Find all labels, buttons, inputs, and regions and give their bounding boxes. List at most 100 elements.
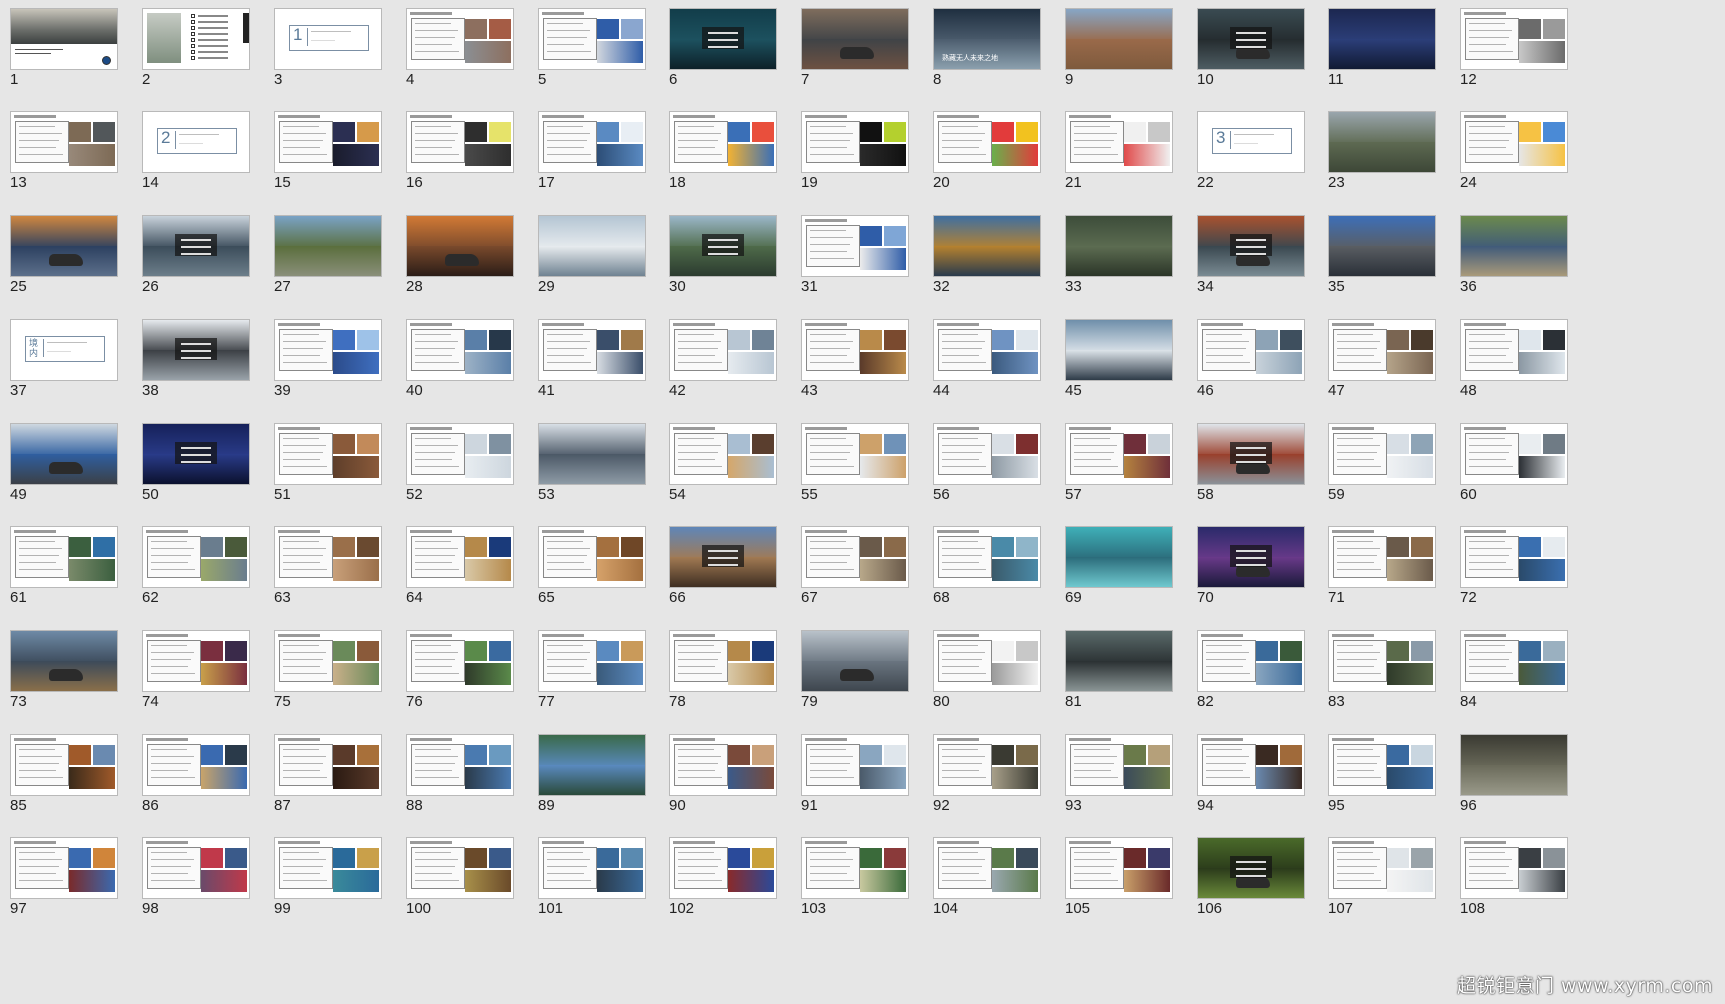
slide-thumbnail-cell[interactable]: 32 (923, 207, 1068, 321)
slide-thumbnail-cell[interactable]: 108 (1450, 829, 1595, 943)
slide-thumbnail-cell[interactable]: 87 (264, 726, 409, 840)
slide-thumbnail-cell[interactable]: 93 (1055, 726, 1200, 840)
slide-thumbnail-cell[interactable]: ———————— —————— 境内 37 (0, 311, 145, 425)
slide-thumbnail-cell[interactable]: 5 (528, 0, 673, 114)
slide-thumbnail[interactable] (142, 215, 250, 277)
slide-thumbnail-cell[interactable]: 86 (132, 726, 277, 840)
slide-thumbnail[interactable] (669, 630, 777, 692)
slide-thumbnail[interactable] (142, 526, 250, 588)
slide-thumbnail-cell[interactable]: 63 (264, 518, 409, 632)
slide-thumbnail-cell[interactable]: 98 (132, 829, 277, 943)
slide-thumbnail[interactable] (10, 215, 118, 277)
slide-thumbnail-cell[interactable]: 36 (1450, 207, 1595, 321)
slide-thumbnail-cell[interactable]: 29 (528, 207, 673, 321)
slide-thumbnail-cell[interactable]: ———————— —————— 2 14 (132, 103, 277, 217)
slide-thumbnail-cell[interactable]: 1 (0, 0, 145, 114)
slide-thumbnail[interactable] (933, 423, 1041, 485)
slide-thumbnail[interactable] (406, 423, 514, 485)
slide-thumbnail-cell[interactable]: 46 (1187, 311, 1332, 425)
slide-thumbnail[interactable] (406, 837, 514, 899)
slide-thumbnail[interactable]: ———————— —————— 2 (142, 111, 250, 173)
slide-thumbnail-cell[interactable]: 94 (1187, 726, 1332, 840)
slide-thumbnail-cell[interactable]: 39 (264, 311, 409, 425)
slide-thumbnail[interactable] (142, 734, 250, 796)
slide-thumbnail[interactable] (1460, 111, 1568, 173)
slide-thumbnail[interactable] (1328, 111, 1436, 173)
slide-thumbnail-cell[interactable]: 4 (396, 0, 541, 114)
slide-thumbnail-cell[interactable]: 66 (659, 518, 804, 632)
slide-thumbnail-cell[interactable]: 18 (659, 103, 804, 217)
slide-thumbnail[interactable] (669, 423, 777, 485)
slide-thumbnail[interactable] (1065, 215, 1173, 277)
slide-thumbnail-cell[interactable]: 38 (132, 311, 277, 425)
slide-thumbnail[interactable] (142, 423, 250, 485)
slide-thumbnail[interactable] (801, 8, 909, 70)
slide-thumbnail-cell[interactable]: 96 (1450, 726, 1595, 840)
slide-thumbnail-cell[interactable]: 9 (1055, 0, 1200, 114)
slide-thumbnail[interactable] (10, 526, 118, 588)
slide-thumbnail-cell[interactable]: 24 (1450, 103, 1595, 217)
slide-thumbnail[interactable] (801, 837, 909, 899)
slide-thumbnail[interactable] (274, 111, 382, 173)
slide-thumbnail[interactable] (538, 319, 646, 381)
slide-thumbnail[interactable] (801, 734, 909, 796)
slide-thumbnail-cell[interactable]: 92 (923, 726, 1068, 840)
slide-thumbnail-cell[interactable]: 52 (396, 415, 541, 529)
slide-thumbnail[interactable] (142, 8, 250, 70)
slide-thumbnail[interactable] (406, 734, 514, 796)
slide-thumbnail[interactable] (1460, 837, 1568, 899)
slide-thumbnail-cell[interactable]: 61 (0, 518, 145, 632)
slide-thumbnail-cell[interactable]: 35 (1318, 207, 1463, 321)
slide-thumbnail[interactable] (1328, 630, 1436, 692)
slide-thumbnail[interactable] (406, 111, 514, 173)
slide-thumbnail-cell[interactable]: 106 (1187, 829, 1332, 943)
slide-thumbnail-cell[interactable]: 74 (132, 622, 277, 736)
slide-thumbnail-cell[interactable]: 54 (659, 415, 804, 529)
slide-thumbnail[interactable] (669, 734, 777, 796)
slide-thumbnail[interactable] (10, 630, 118, 692)
slide-thumbnail[interactable]: ———————— —————— 1 (274, 8, 382, 70)
slide-thumbnail[interactable] (933, 111, 1041, 173)
slide-thumbnail-cell[interactable]: ———————— —————— 3 22 (1187, 103, 1332, 217)
slide-thumbnail-cell[interactable]: 103 (791, 829, 936, 943)
slide-thumbnail-cell[interactable]: 102 (659, 829, 804, 943)
slide-thumbnail-cell[interactable]: 53 (528, 415, 673, 529)
slide-thumbnail[interactable] (1065, 319, 1173, 381)
slide-thumbnail[interactable] (538, 837, 646, 899)
slide-thumbnail[interactable] (1328, 526, 1436, 588)
slide-thumbnail-cell[interactable]: 47 (1318, 311, 1463, 425)
slide-thumbnail-cell[interactable]: 101 (528, 829, 673, 943)
slide-thumbnail[interactable] (669, 526, 777, 588)
slide-thumbnail[interactable] (538, 630, 646, 692)
slide-thumbnail[interactable] (406, 526, 514, 588)
slide-thumbnail-cell[interactable]: 33 (1055, 207, 1200, 321)
slide-thumbnail[interactable] (142, 837, 250, 899)
slide-thumbnail[interactable] (1197, 734, 1305, 796)
slide-thumbnail[interactable] (10, 734, 118, 796)
slide-thumbnail-cell[interactable]: 81 (1055, 622, 1200, 736)
slide-thumbnail[interactable] (1460, 526, 1568, 588)
slide-thumbnail-cell[interactable]: 19 (791, 103, 936, 217)
slide-thumbnail-cell[interactable]: 10 (1187, 0, 1332, 114)
slide-thumbnail[interactable] (669, 837, 777, 899)
slide-thumbnail[interactable] (10, 111, 118, 173)
slide-thumbnail-cell[interactable]: 73 (0, 622, 145, 736)
slide-thumbnail[interactable] (274, 319, 382, 381)
slide-thumbnail-cell[interactable]: 44 (923, 311, 1068, 425)
slide-thumbnail[interactable] (1065, 630, 1173, 692)
slide-thumbnail-cell[interactable]: 55 (791, 415, 936, 529)
slide-thumbnail-cell[interactable]: 7 (791, 0, 936, 114)
slide-thumbnail-cell[interactable]: 79 (791, 622, 936, 736)
slide-thumbnail[interactable] (669, 8, 777, 70)
slide-thumbnail[interactable] (801, 319, 909, 381)
slide-thumbnail-cell[interactable]: 62 (132, 518, 277, 632)
slide-thumbnail[interactable] (801, 423, 909, 485)
slide-thumbnail-cell[interactable]: 84 (1450, 622, 1595, 736)
slide-thumbnail[interactable] (1328, 215, 1436, 277)
slide-thumbnail-cell[interactable]: 2 (132, 0, 277, 114)
slide-thumbnail-cell[interactable]: 89 (528, 726, 673, 840)
slide-thumbnail[interactable] (10, 837, 118, 899)
slide-thumbnail-cell[interactable]: 43 (791, 311, 936, 425)
slide-thumbnail[interactable] (406, 319, 514, 381)
slide-thumbnail[interactable] (406, 8, 514, 70)
